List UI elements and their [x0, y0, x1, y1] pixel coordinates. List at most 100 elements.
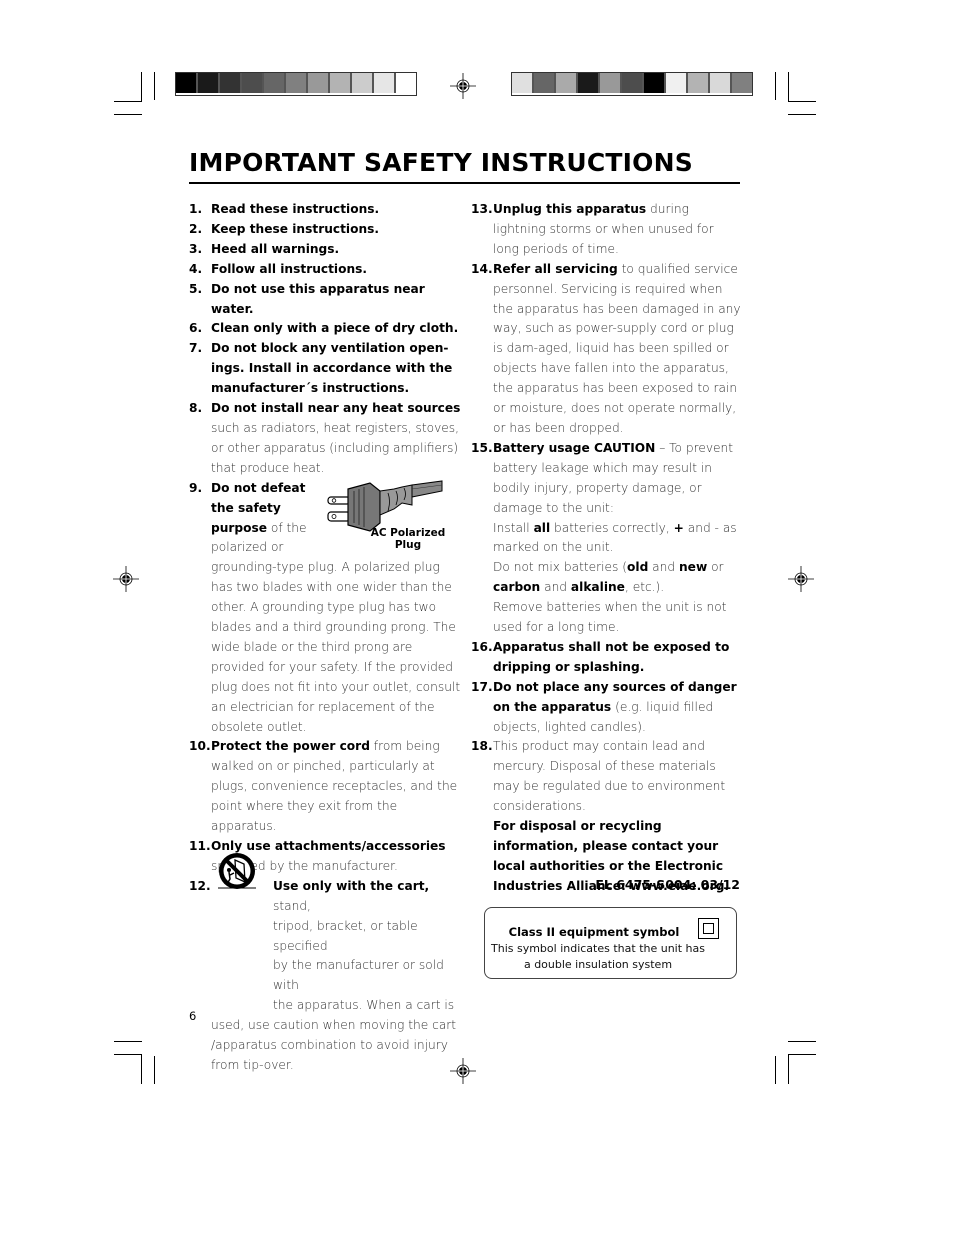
note-text: , etc.). — [624, 580, 665, 595]
instruction-item-2: 2. Keep these instructions. — [189, 220, 461, 240]
item-heading: Apparatus shall not be exposed to drippi… — [493, 639, 730, 674]
item-number: 15. — [471, 440, 493, 455]
item-text: stand, — [273, 898, 311, 913]
class-ii-description: This symbol indicates that the unit has … — [485, 941, 711, 973]
item-heading: Clean only with a piece of dry cloth. — [211, 321, 459, 336]
title-divider — [189, 182, 740, 184]
crop-mark — [114, 1041, 142, 1042]
color-swatch — [666, 73, 688, 93]
plug-caption-line: AC Polarized — [370, 527, 446, 539]
plug-caption: AC Polarized Plug — [362, 527, 454, 551]
color-swatch — [264, 73, 286, 93]
battery-remove-note: Remove batteries when the unit is not us… — [493, 600, 727, 635]
color-swatch — [330, 73, 352, 93]
note-text: Do not mix batteries ( — [493, 560, 628, 575]
color-swatch — [242, 73, 264, 93]
description-line: a double insulation system — [523, 958, 673, 971]
item-number: 13. — [471, 202, 493, 216]
crop-mark — [114, 101, 142, 102]
item-text: to qualified service personnel. Servicin… — [493, 261, 741, 435]
color-swatch — [176, 73, 198, 93]
color-swatch — [600, 73, 622, 93]
item-number: 3. — [189, 241, 203, 256]
item-heading: Do not use this apparatus near water. — [211, 281, 425, 316]
item-number: 7. — [189, 341, 203, 356]
instruction-item-3: 3. Heed all warnings. — [189, 240, 461, 260]
battery-install-note: Install all batteries correctly, + and -… — [493, 519, 743, 559]
item-number: 5. — [189, 281, 203, 296]
crop-mark — [775, 72, 776, 100]
item-heading: Refer all servicing — [493, 261, 618, 276]
crop-mark — [114, 114, 142, 115]
crop-mark — [788, 1041, 816, 1042]
item-heading: Protect the power cord — [211, 739, 370, 754]
item-number: 17. — [471, 679, 493, 694]
item-number: 8. — [189, 401, 203, 416]
item-heading: Do not defeat — [211, 480, 306, 495]
note-text: and — [648, 560, 679, 575]
page-title: IMPORTANT SAFETY INSTRUCTIONS — [189, 148, 693, 177]
color-swatch — [644, 73, 666, 93]
item-number: 10. — [189, 739, 211, 754]
instruction-item-16: 16. Apparatus shall not be exposed to dri… — [471, 638, 743, 678]
item-heading: Heed all warnings. — [211, 241, 340, 256]
color-swatch — [732, 73, 752, 93]
note-emphasis: alkaline — [570, 580, 625, 595]
item-text: polarized or — [211, 540, 284, 555]
item-number: 4. — [189, 261, 203, 276]
instruction-item-10: 10. Protect the power cord from being wal… — [189, 737, 461, 837]
registration-mark-icon — [788, 566, 814, 592]
class-ii-title: Class II equipment symbol — [508, 925, 680, 939]
crop-mark — [775, 1056, 776, 1084]
color-swatch — [688, 73, 710, 93]
note-emphasis: new — [679, 560, 708, 575]
item-text: from being walked on or pinched, particu… — [211, 739, 458, 834]
color-swatch — [220, 73, 242, 93]
instruction-item-4: 4. Follow all instructions. — [189, 260, 461, 280]
color-swatch — [710, 73, 732, 93]
item-text: tripod, bracket, or table specified — [273, 918, 418, 953]
color-swatch — [556, 73, 578, 93]
note-emphasis: carbon — [493, 580, 541, 595]
plug-caption-line: Plug — [394, 539, 422, 551]
color-swatch — [198, 73, 220, 93]
note-emphasis: all — [533, 520, 551, 535]
item-number: 6. — [189, 321, 203, 336]
note-text: and — [540, 580, 571, 595]
instruction-item-14: 14. Refer all servicing to qualified serv… — [471, 260, 743, 439]
color-swatch — [534, 73, 556, 93]
color-swatch — [396, 73, 416, 93]
item-number: 9. — [189, 480, 203, 495]
item-text: by the manufacturer or sold with — [273, 958, 444, 993]
color-swatch — [308, 73, 330, 93]
crop-mark — [788, 1054, 816, 1055]
cart-tip-over-warning-icon — [218, 853, 256, 889]
crop-mark — [788, 101, 816, 102]
instruction-item-17: 17. Do not place any sources of danger on… — [471, 678, 743, 738]
page-number: 6 — [189, 1009, 197, 1023]
color-swatch — [512, 73, 534, 93]
crop-mark — [788, 1054, 789, 1084]
note-text: batteries correctly, — [550, 520, 674, 535]
instruction-item-8: 8. Do not install near any heat sources su… — [189, 399, 461, 479]
instruction-item-18: 18. This product may contain lead and mer… — [471, 737, 743, 896]
registration-mark-icon — [450, 73, 476, 99]
item-number: 16. — [471, 639, 493, 654]
item-heading: Battery usage CAUTION — [493, 440, 656, 455]
item-text: the apparatus. When a cart is — [273, 998, 455, 1013]
item-heading: Keep these instructions. — [211, 221, 380, 236]
plus-symbol: + — [673, 520, 684, 535]
item-number: 1. — [189, 202, 203, 216]
item-number: 2. — [189, 221, 203, 236]
instruction-item-12: 12. Use only with the cart, stand, tripo… — [189, 877, 461, 1076]
instruction-item-6: 6. Clean only with a piece of dry cloth. — [189, 319, 461, 339]
crop-mark — [141, 1054, 142, 1084]
instruction-item-1: 1. Read these instructions. — [189, 200, 461, 220]
item-text: grounding-type plug. A polarized plug ha… — [211, 560, 461, 734]
item-number: 11. — [189, 839, 211, 853]
note-text: or — [707, 560, 724, 575]
item-heading: Do not install near any heat sources — [211, 401, 461, 416]
description-line: This symbol indicates that the unit has — [491, 942, 705, 955]
item-text: of the — [267, 520, 307, 535]
class-ii-info-box: Class II equipment symbol This symbol in… — [484, 907, 737, 979]
